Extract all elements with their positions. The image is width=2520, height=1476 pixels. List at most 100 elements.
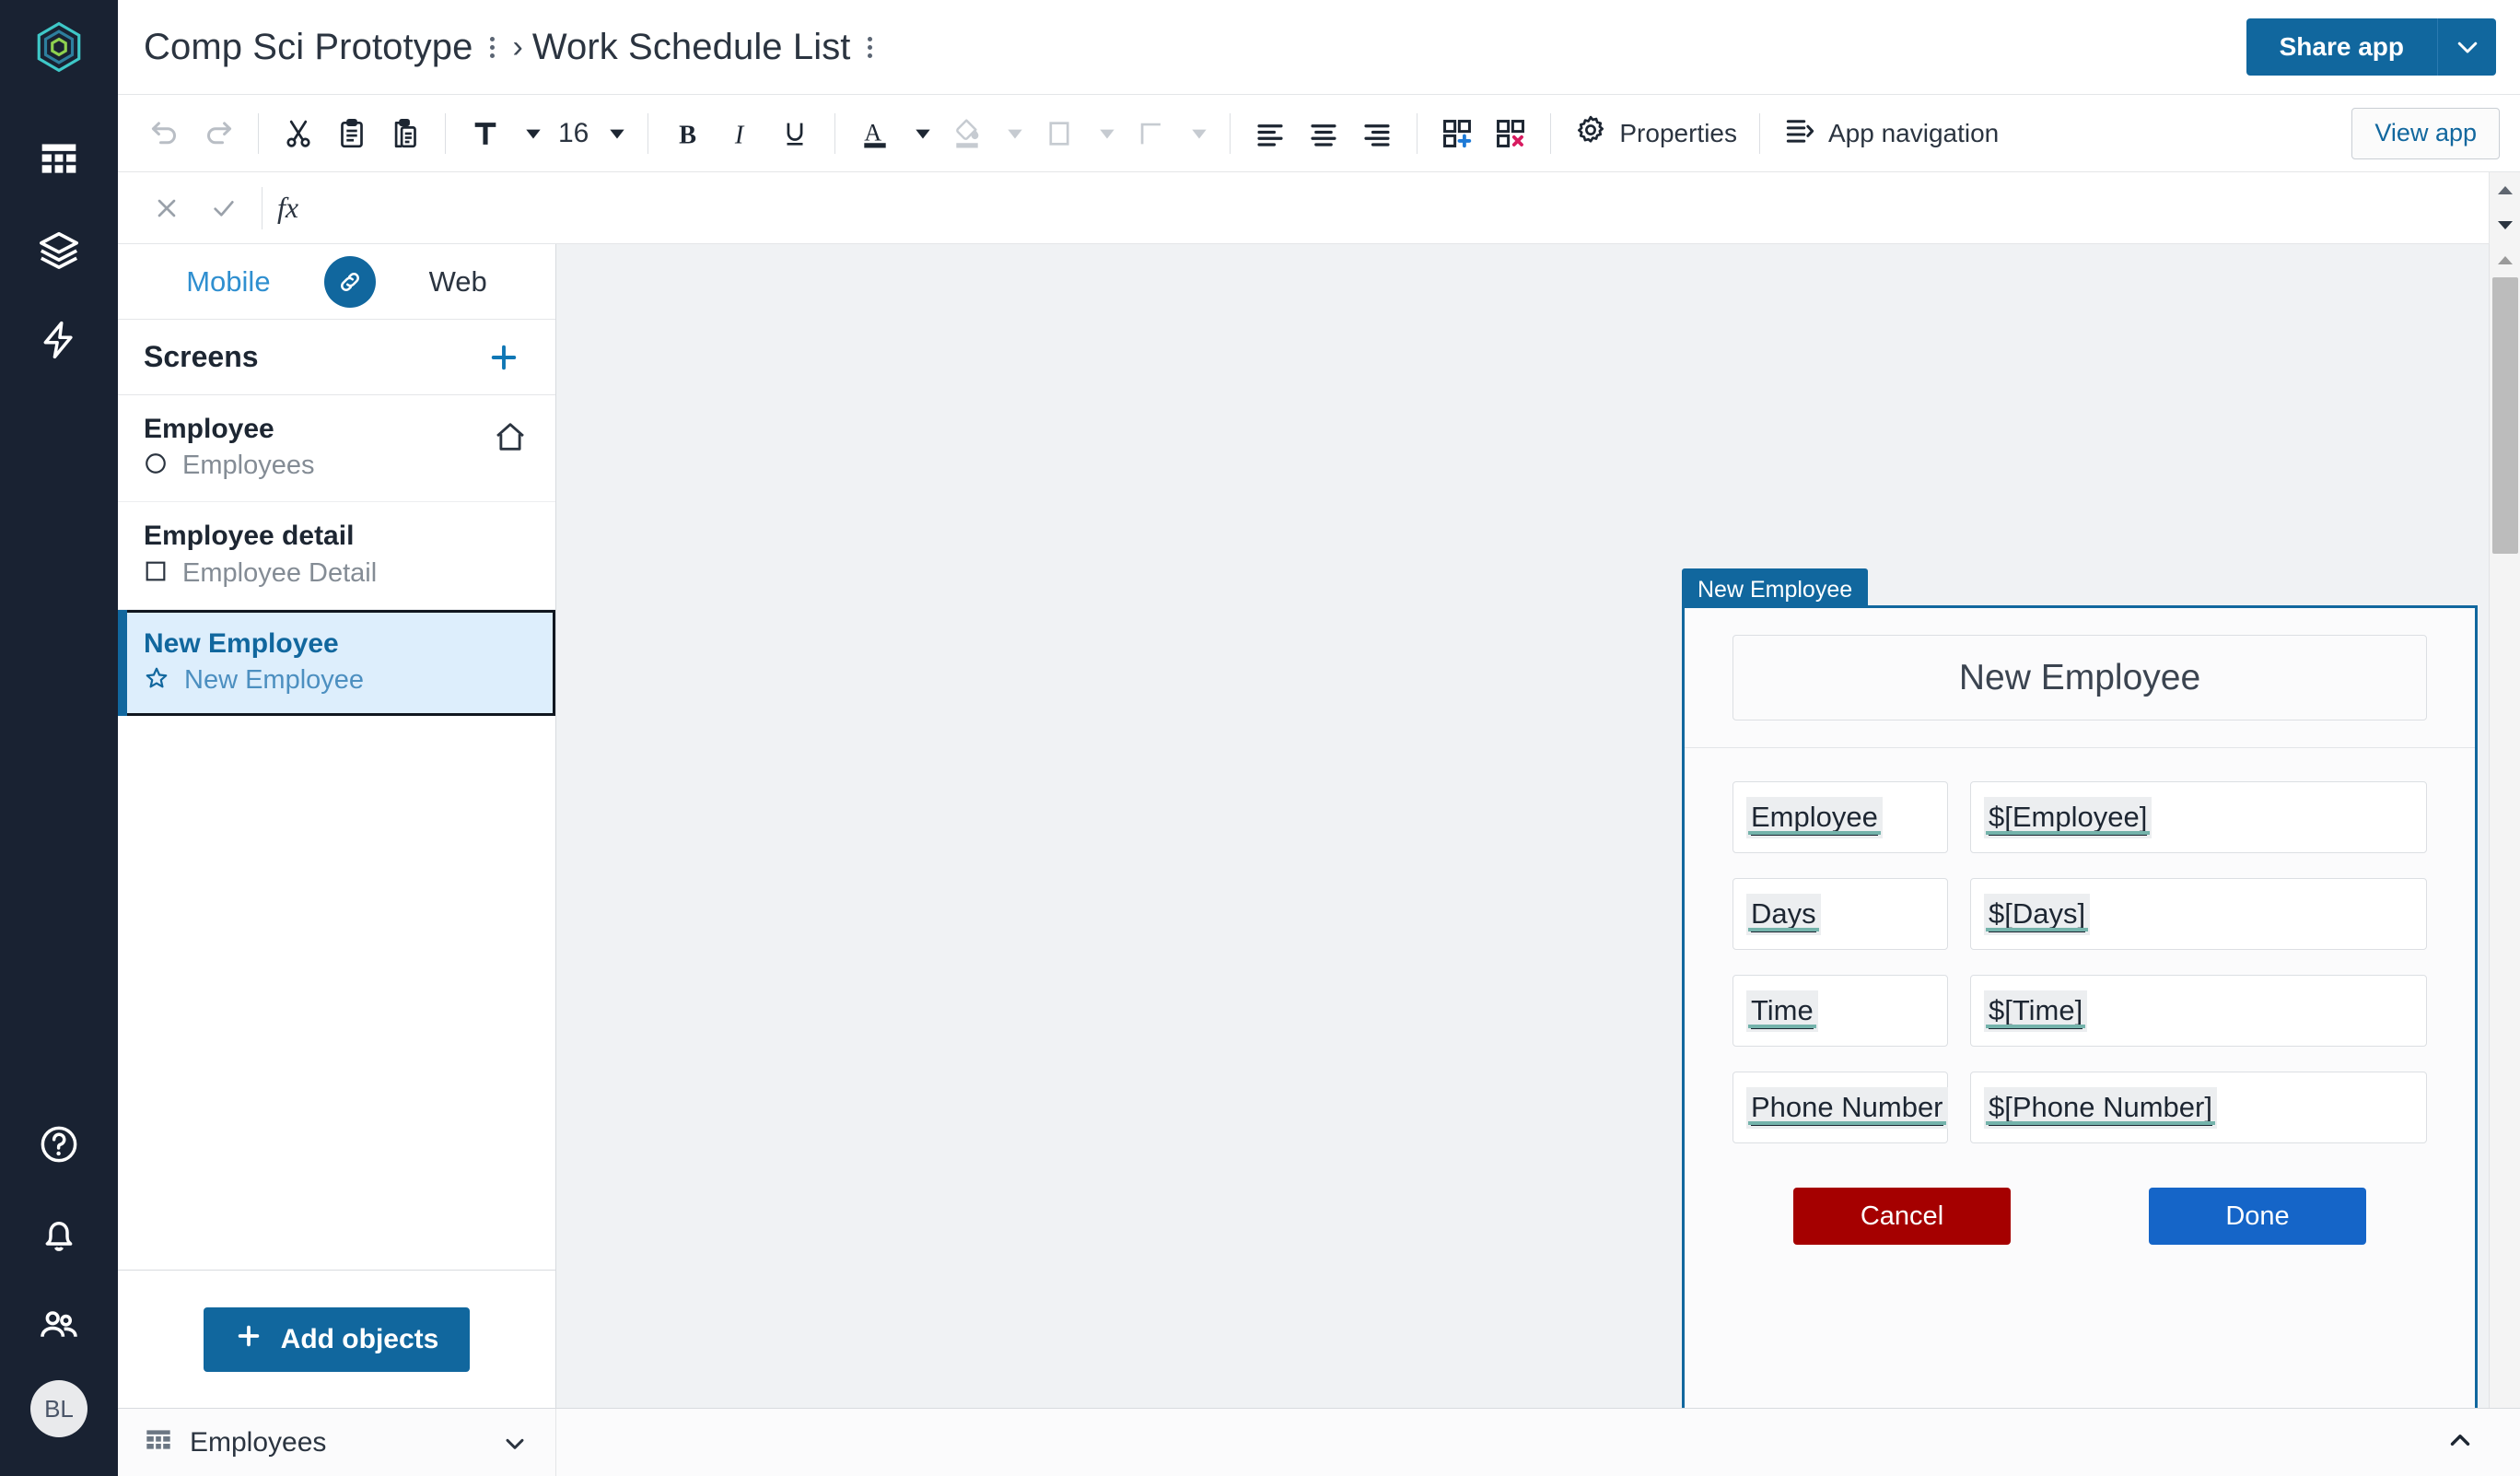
formula-fx-label: fx (277, 191, 298, 225)
field-label-cell[interactable]: Days (1732, 878, 1948, 950)
screens-header: Screens (118, 320, 555, 395)
editor-body: Mobile Web Screens Employee (118, 244, 2520, 1408)
share-app-button[interactable]: Share app (2246, 18, 2437, 76)
toolbar-divider (1759, 113, 1760, 154)
scissors-icon[interactable] (272, 107, 325, 160)
formula-input[interactable] (298, 172, 2489, 243)
toolbar-divider (1230, 113, 1231, 154)
border-style-icon[interactable] (1125, 107, 1178, 160)
scroll-up-icon[interactable] (2496, 244, 2514, 275)
breadcrumb-app[interactable]: Work Schedule List (532, 27, 851, 68)
view-app-button[interactable]: View app (2351, 108, 2500, 159)
done-button[interactable]: Done (2149, 1188, 2366, 1245)
border-box-icon[interactable] (1032, 107, 1086, 160)
screen-header: New Employee (1685, 608, 2475, 748)
add-component-icon[interactable] (1430, 107, 1484, 160)
field-value-cell[interactable]: $[Phone Number] (1970, 1072, 2427, 1143)
users-icon (37, 1303, 81, 1352)
add-screen-plus-icon[interactable] (482, 335, 526, 380)
field-label-cell[interactable]: Phone Number (1732, 1072, 1948, 1143)
align-right-icon[interactable] (1350, 107, 1404, 160)
properties-button[interactable]: Properties (1564, 107, 1746, 160)
bold-button[interactable]: B (661, 107, 715, 160)
field-value-cell[interactable]: $[Time] (1970, 975, 2427, 1047)
link-icon[interactable] (324, 256, 376, 308)
avatar[interactable]: BL (30, 1380, 88, 1437)
scroll-thumb[interactable] (2492, 277, 2518, 554)
field-value-token: $[Phone Number] (1984, 1087, 2217, 1129)
align-center-icon[interactable] (1297, 107, 1350, 160)
underline-button[interactable] (768, 107, 822, 160)
screen-item-employee[interactable]: Employee Employees (118, 395, 555, 502)
platform-tab-web[interactable]: Web (429, 265, 487, 299)
screen-canvas[interactable]: New Employee New Employee Employee (556, 244, 2489, 1408)
border-style-chevron-down-icon[interactable] (1182, 107, 1217, 160)
collapse-panel-chevron-up-icon[interactable] (2444, 1424, 2476, 1460)
screen-subtitle: Employees (182, 451, 314, 481)
honeycode-app-builder: BL Comp Sci Prototype › Work Schedule Li… (0, 0, 2520, 1476)
border-chevron-down-icon[interactable] (1090, 107, 1125, 160)
screen-title-text: New Employee (1959, 658, 2200, 698)
share-app-chevron-down-icon[interactable] (2437, 18, 2496, 76)
app-navigation-button[interactable]: App navigation (1773, 107, 2008, 160)
redo-icon[interactable] (192, 107, 245, 160)
delete-component-icon[interactable] (1484, 107, 1537, 160)
field-label-token: Time (1746, 990, 1818, 1032)
add-objects-button[interactable]: Add objects (204, 1307, 471, 1372)
align-left-icon[interactable] (1243, 107, 1297, 160)
workbook-kebab-menu-icon[interactable] (486, 31, 498, 64)
fill-bucket-icon[interactable] (940, 107, 994, 160)
data-source-selector[interactable]: Employees (118, 1409, 556, 1476)
formula-bar: fx (118, 172, 2520, 244)
lightning-bolt-icon (39, 320, 79, 365)
bottom-bar-right (556, 1409, 2520, 1476)
paste-icon[interactable] (379, 107, 432, 160)
undo-icon[interactable] (138, 107, 192, 160)
text-format-chevron-down-icon[interactable] (516, 107, 551, 160)
italic-button[interactable]: I (715, 107, 768, 160)
text-format-icon[interactable] (459, 107, 512, 160)
bottom-bar: Employees (118, 1408, 2520, 1476)
field-label-cell[interactable]: Time (1732, 975, 1948, 1047)
home-icon[interactable] (493, 419, 528, 459)
rail-item-team[interactable] (22, 1290, 96, 1364)
field-value-cell[interactable]: $[Days] (1970, 878, 2427, 950)
cancel-button[interactable]: Cancel (1793, 1188, 2011, 1245)
toolbar-divider (834, 113, 835, 154)
breadcrumb-workbook[interactable]: Comp Sci Prototype (144, 27, 473, 68)
form-body: Employee $[Employee] Days (1685, 748, 2475, 1245)
left-rail: BL (0, 0, 118, 1476)
font-color-chevron-down-icon[interactable] (905, 107, 940, 160)
data-source-chevron-down-icon[interactable] (500, 1428, 530, 1458)
formula-expand-down-icon[interactable] (2490, 208, 2520, 244)
screen-title-block[interactable]: New Employee (1732, 635, 2427, 720)
aws-honeycode-logo-icon[interactable] (32, 20, 86, 78)
field-value-cell[interactable]: $[Employee] (1970, 781, 2427, 853)
font-size-chevron-down-icon[interactable] (600, 107, 635, 160)
rail-item-help[interactable] (22, 1109, 96, 1183)
layers-icon (38, 228, 80, 275)
form-row-employee: Employee $[Employee] (1732, 781, 2427, 853)
formula-accept-check-icon[interactable] (195, 182, 252, 235)
square-icon (144, 559, 168, 588)
formula-cancel-close-icon[interactable] (138, 182, 195, 235)
field-label-cell[interactable]: Employee (1732, 781, 1948, 853)
formula-expand-up-icon[interactable] (2490, 172, 2520, 208)
font-size-value[interactable]: 16 (551, 118, 596, 149)
fill-color-chevron-down-icon[interactable] (998, 107, 1032, 160)
platform-tab-mobile[interactable]: Mobile (186, 265, 270, 299)
rail-item-notifications[interactable] (22, 1200, 96, 1273)
screen-item-employee-detail[interactable]: Employee detail Employee Detail (118, 502, 555, 609)
canvas-vertical-scrollbar[interactable] (2489, 244, 2520, 1408)
screen-item-new-employee[interactable]: New Employee New Employee (118, 610, 555, 716)
breadcrumb-separator: › (513, 29, 523, 65)
clipboard-icon[interactable] (325, 107, 379, 160)
rail-item-tables[interactable] (22, 124, 96, 198)
font-color-icon[interactable]: A (848, 107, 902, 160)
formula-bar-spinner[interactable] (2489, 172, 2520, 244)
app-kebab-menu-icon[interactable] (864, 31, 876, 64)
toolbar-divider (258, 113, 259, 154)
field-label-token: Days (1746, 894, 1821, 935)
rail-item-automations[interactable] (22, 305, 96, 379)
rail-item-builder[interactable] (22, 215, 96, 288)
